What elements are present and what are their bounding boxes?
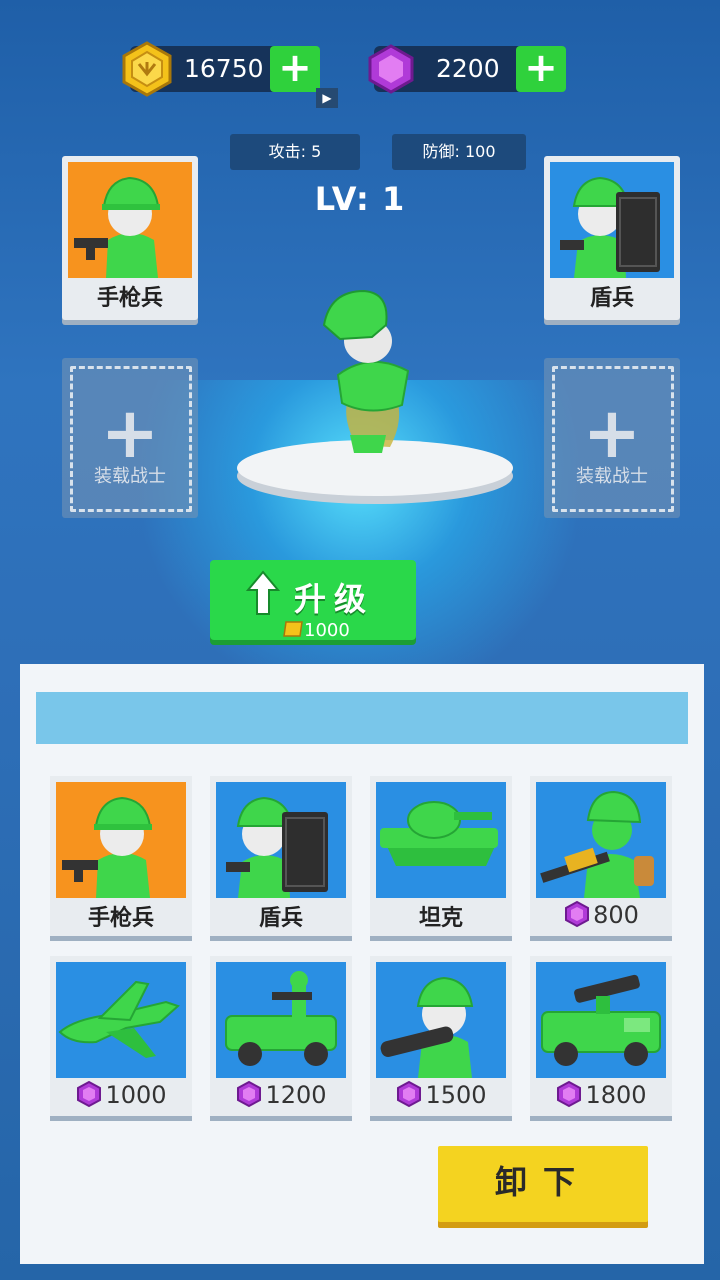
panel-header-bar — [36, 692, 688, 744]
unit-card-jeep[interactable]: 1200 — [210, 956, 352, 1116]
defense-stat: 防御: 100 — [392, 134, 526, 170]
unload-button[interactable]: 卸下 — [438, 1146, 648, 1222]
coin-icon — [283, 621, 303, 637]
coin-counter: 16750 + — [122, 41, 320, 97]
shield-soldier-icon — [550, 162, 674, 278]
unit-card-shield-soldier[interactable]: 盾兵 — [210, 776, 352, 936]
pistol-soldier-icon — [68, 162, 192, 278]
gem-amount: 2200 — [436, 54, 500, 83]
unit-card-pistol-soldier[interactable]: 手枪兵 — [50, 776, 192, 936]
unit-price-value: 1800 — [585, 1081, 647, 1109]
add-coins-button[interactable]: + — [270, 46, 320, 92]
unit-price-value: 1200 — [265, 1081, 327, 1109]
tank-icon — [376, 782, 506, 898]
unit-card-jet[interactable]: 1000 — [50, 956, 192, 1116]
arrow-up-icon — [246, 570, 280, 615]
gem-icon — [397, 1080, 422, 1108]
gem-icon — [557, 1080, 582, 1108]
unit-label: 盾兵 — [258, 906, 303, 931]
gem-counter: 2200 + — [368, 44, 566, 94]
upgrade-label: 升级 — [294, 580, 375, 618]
unit-card-rocket-truck[interactable]: 1800 — [530, 956, 672, 1116]
load-warrior-label: 装载战士 — [576, 466, 648, 487]
equipped-slot-left[interactable]: 手枪兵 — [62, 156, 198, 320]
plus-icon: + — [582, 392, 642, 474]
upgrade-cost-value: 1000 — [304, 620, 350, 641]
gem-icon — [237, 1080, 262, 1108]
load-warrior-slot-right[interactable]: + 装载战士 — [544, 358, 680, 518]
equipped-right-label: 盾兵 — [589, 286, 634, 311]
unit-card-rifle-soldier[interactable]: 800 — [530, 776, 672, 936]
pistol-soldier-icon — [56, 782, 186, 898]
bazooka-soldier-icon — [376, 962, 506, 1078]
unit-price: 1800 — [530, 1080, 672, 1109]
expand-arrow-icon[interactable]: ▶ — [316, 88, 338, 108]
unit-label: 坦克 — [418, 906, 463, 931]
shield-soldier-icon — [216, 782, 346, 898]
rifle-soldier-icon — [536, 782, 666, 898]
unit-price: 1500 — [370, 1080, 512, 1109]
unit-price-value: 1000 — [105, 1081, 167, 1109]
gem-icon — [77, 1080, 102, 1108]
level-label: LV: 1 — [314, 180, 406, 218]
plus-icon: + — [100, 392, 160, 474]
unload-label: 卸下 — [494, 1163, 591, 1201]
unit-card-tank[interactable]: 坦克 — [370, 776, 512, 936]
load-warrior-label: 装载战士 — [94, 466, 166, 487]
unit-card-bazooka-soldier[interactable]: 1500 — [370, 956, 512, 1116]
equipped-slot-right[interactable]: 盾兵 — [544, 156, 680, 320]
rocket-truck-icon — [536, 962, 666, 1078]
load-warrior-slot-left[interactable]: + 装载战士 — [62, 358, 198, 518]
unit-price-value: 1500 — [425, 1081, 487, 1109]
unit-price: 1200 — [210, 1080, 352, 1109]
jeep-icon — [216, 962, 346, 1078]
unit-price: 1000 — [50, 1080, 192, 1109]
upgrade-button[interactable]: 升级 1000 — [210, 560, 416, 642]
add-gems-button[interactable]: + — [516, 46, 566, 92]
equipped-left-label: 手枪兵 — [96, 286, 163, 311]
unit-price-value: 800 — [593, 901, 639, 929]
upgrade-cost: 1000 — [282, 620, 350, 642]
jet-icon — [56, 962, 186, 1078]
unit-price: 800 — [530, 900, 672, 929]
unit-label: 手枪兵 — [87, 906, 154, 931]
hero-soldier-model[interactable] — [310, 285, 430, 455]
coin-icon — [122, 41, 172, 97]
gem-icon — [368, 44, 414, 94]
gem-icon — [565, 900, 590, 928]
coin-amount: 16750 — [184, 54, 264, 83]
attack-stat: 攻击: 5 — [230, 134, 360, 170]
